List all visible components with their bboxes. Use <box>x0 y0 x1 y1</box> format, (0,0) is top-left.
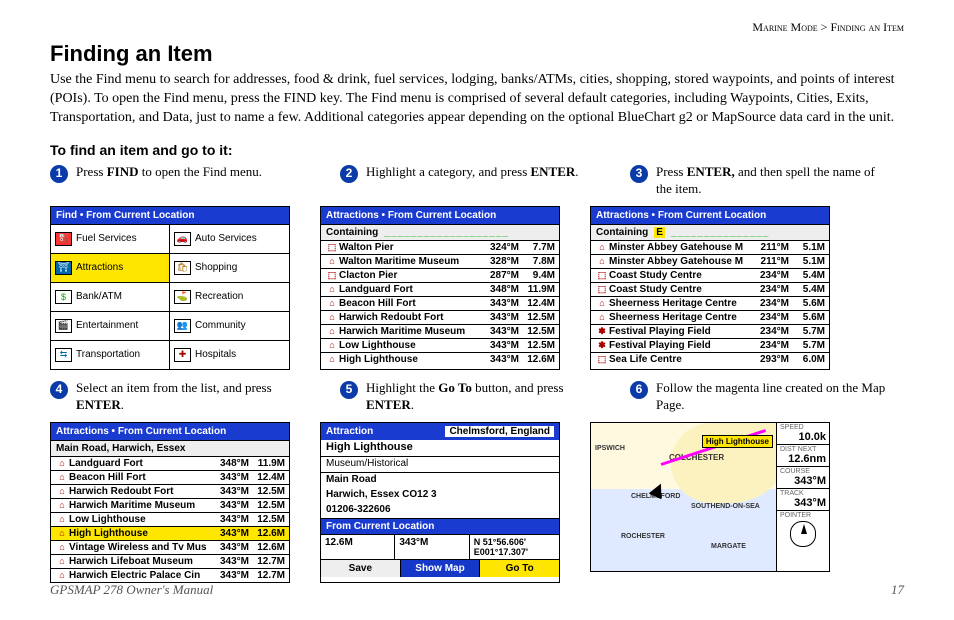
screen-map-page: IPSWICH COLCHESTER CHELMSFORD SOUTHEND-O… <box>590 422 830 572</box>
destination-flag: High Lighthouse <box>702 435 773 448</box>
footer-page-number: 17 <box>891 582 904 598</box>
page-footer: GPSMAP 278 Owner's Manual 17 <box>50 582 904 598</box>
footer-title: GPSMAP 278 Owner's Manual <box>50 582 213 598</box>
map-data-panel: SPEED10.0k DIST NEXT12.6nm COURSE343°M T… <box>776 423 829 571</box>
pointer-icon <box>790 521 816 547</box>
